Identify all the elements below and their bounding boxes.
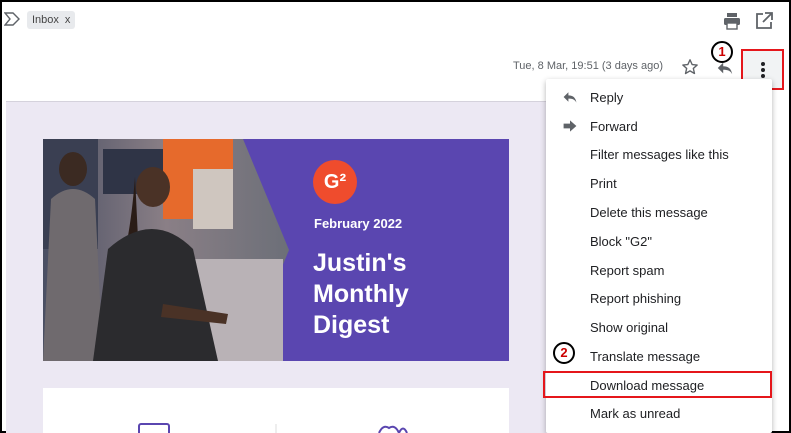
menu-item-delete[interactable]: Delete this message xyxy=(546,198,772,226)
print-icon[interactable] xyxy=(722,11,742,31)
menu-item-label: Reply xyxy=(590,89,624,105)
label-arrow-icon xyxy=(4,12,20,26)
menu-item-label: Delete this message xyxy=(590,204,708,220)
message-date: Tue, 8 Mar, 19:51 (3 days ago) xyxy=(513,60,664,72)
menu-item-label: Print xyxy=(590,175,617,191)
reply-icon xyxy=(563,92,577,103)
menu-item-report-spam[interactable]: Report spam xyxy=(546,256,772,284)
menu-item-block[interactable]: Block "G2" xyxy=(546,227,772,255)
menu-item-label: Block "G2" xyxy=(590,233,652,249)
banner-title: Justin's Monthly Digest xyxy=(313,249,409,339)
banner-date: February 2022 xyxy=(314,216,403,231)
menu-item-forward[interactable]: Forward xyxy=(546,112,772,140)
menu-item-label: Report phishing xyxy=(590,290,682,306)
menu-item-translate[interactable]: Translate message xyxy=(546,342,772,370)
g2-logo: G² xyxy=(313,160,357,204)
menu-item-label: Forward xyxy=(590,118,638,134)
open-in-new-window-icon[interactable] xyxy=(754,11,774,31)
menu-item-report-phishing[interactable]: Report phishing xyxy=(546,284,772,312)
menu-item-label: Translate message xyxy=(590,348,701,364)
remove-label-button[interactable]: x xyxy=(65,11,71,29)
email-content-card xyxy=(43,388,509,433)
menu-item-print[interactable]: Print xyxy=(546,169,772,197)
menu-item-label: Mark as unread xyxy=(590,405,681,421)
step-2-marker: 2 xyxy=(553,342,575,364)
menu-item-label: Report spam xyxy=(590,262,665,278)
menu-item-filter[interactable]: Filter messages like this xyxy=(546,140,772,168)
inbox-label-chip[interactable]: Inbox x xyxy=(27,11,76,29)
star-icon[interactable] xyxy=(681,58,699,76)
menu-item-label: Show original xyxy=(590,319,669,335)
forward-icon xyxy=(563,120,577,132)
menu-item-show-original[interactable]: Show original xyxy=(546,313,772,341)
step-1-marker: 1 xyxy=(711,41,733,63)
menu-item-label: Filter messages like this xyxy=(590,146,729,162)
more-vert-icon xyxy=(760,61,765,78)
download-message-highlight xyxy=(543,371,772,398)
menu-item-mark-unread[interactable]: Mark as unread xyxy=(546,399,772,427)
newsletter-banner: G² February 2022 Justin's Monthly Digest xyxy=(43,139,509,361)
label-chip-text: Inbox xyxy=(32,14,59,26)
menu-item-reply[interactable]: Reply xyxy=(546,83,772,111)
